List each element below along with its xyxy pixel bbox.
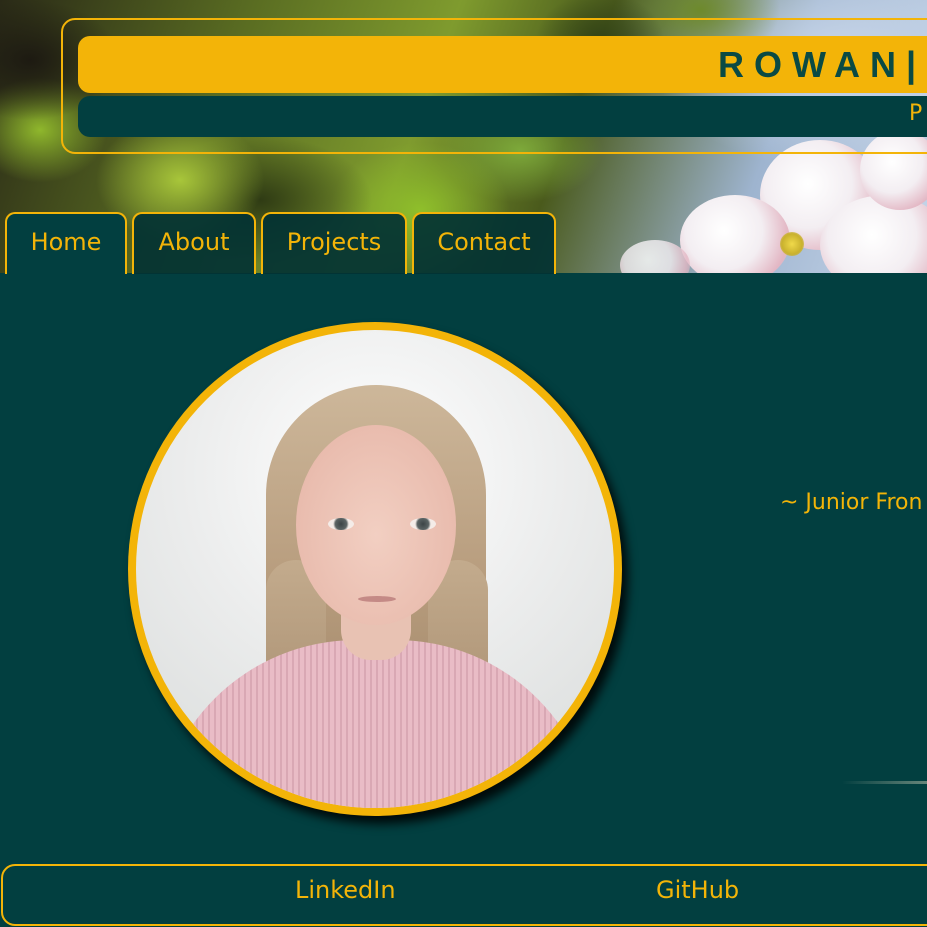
- tab-label: Contact: [437, 228, 531, 256]
- tab-label: About: [158, 228, 230, 256]
- tab-home[interactable]: Home: [5, 212, 127, 274]
- tab-contact[interactable]: Contact: [412, 212, 556, 274]
- tab-about[interactable]: About: [132, 212, 256, 274]
- photo-eye: [328, 518, 354, 530]
- decorative-line: [842, 781, 927, 784]
- site-title: ROWAN|: [718, 44, 927, 85]
- tagline: ~ Junior Fron: [780, 490, 923, 515]
- blossom-stamen: [780, 232, 804, 256]
- site-subtitle: P: [909, 101, 923, 126]
- tab-projects[interactable]: Projects: [261, 212, 407, 274]
- profile-photo: [136, 330, 614, 808]
- photo-eye: [410, 518, 436, 530]
- tab-label: Projects: [286, 228, 382, 256]
- tab-label: Home: [30, 228, 102, 256]
- github-link[interactable]: GitHub: [656, 876, 739, 904]
- footer-bar: [1, 864, 927, 926]
- subtitle-bar: [78, 96, 927, 137]
- photo-sweater: [156, 640, 596, 808]
- photo-mouth: [358, 596, 396, 602]
- linkedin-link[interactable]: LinkedIn: [295, 876, 396, 904]
